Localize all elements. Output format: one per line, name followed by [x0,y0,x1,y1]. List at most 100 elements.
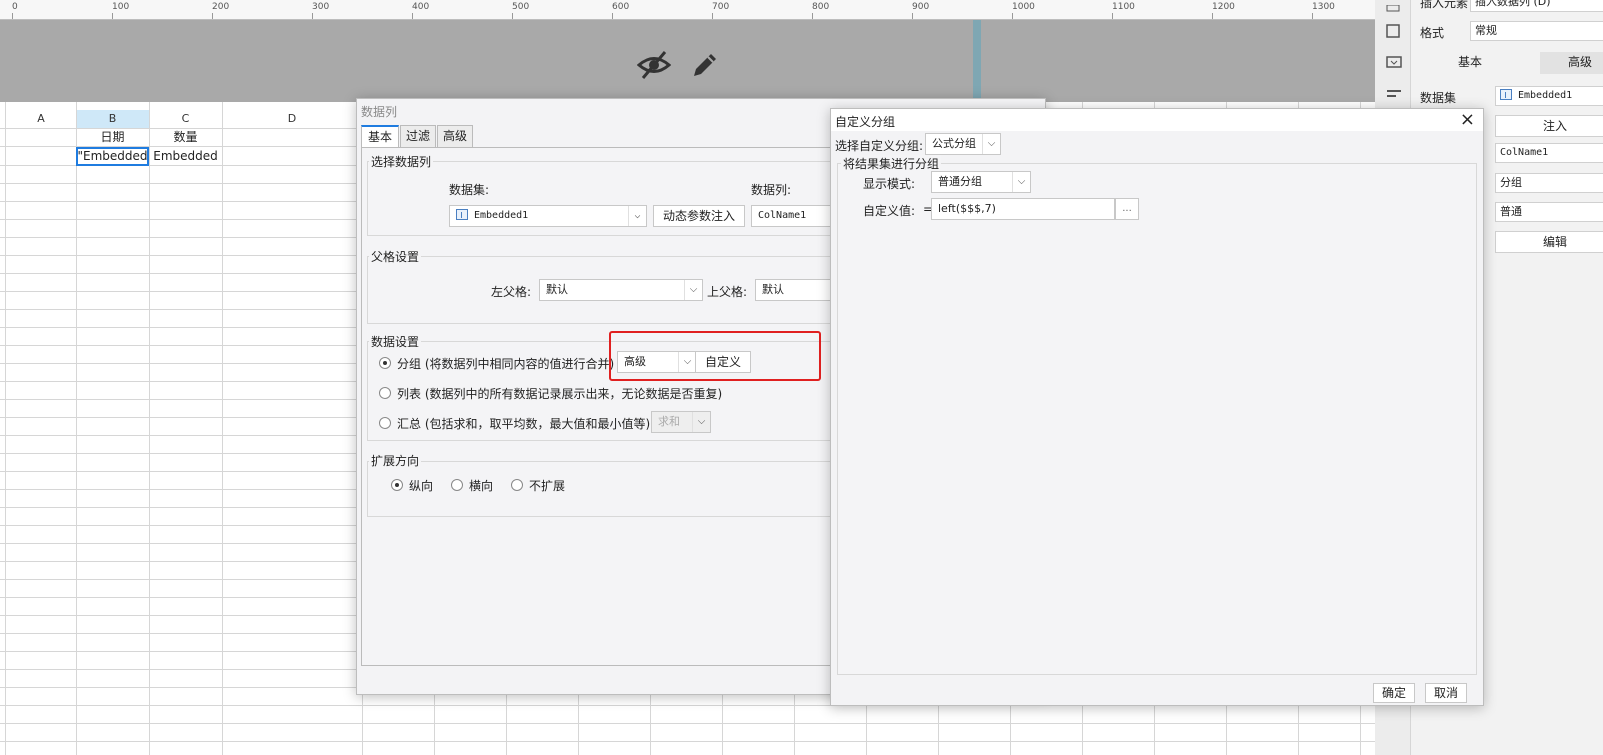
group-result-section [837,163,1477,675]
ruler-tick-label: 1200 [1212,2,1235,12]
ruler-tick-label: 700 [712,2,730,12]
list-icon[interactable] [1386,88,1402,103]
dataset-value: Embedded1 [474,210,529,221]
tab-advanced[interactable]: 高级 [437,125,473,147]
square-icon[interactable] [1386,24,1400,41]
select-group-label: 选择自定义分组: [835,139,924,153]
chevron-down-icon: ⌵ [982,134,1000,154]
display-mode-select[interactable]: 普通分组 ⌵ [931,171,1031,193]
left-parent-select[interactable]: 默认 ⌵ [539,279,703,301]
dataset-icon [456,209,468,220]
dataset-label: 数据集 [1420,91,1457,105]
format-select[interactable]: 常规 [1470,21,1603,41]
dataset-icon [1500,89,1512,100]
info-icon[interactable] [1386,2,1400,16]
ruler-tick-label: 400 [412,2,430,12]
tab-advanced[interactable]: 高级 [1540,52,1603,74]
tab-filter[interactable]: 过滤 [400,125,436,147]
formula-editor-button[interactable]: ... [1115,198,1139,220]
section-title: 数据设置 [369,333,422,350]
insert-element-label: 插入元素 [1420,0,1469,10]
direction-vertical-label: 纵向 [409,479,434,493]
left-parent-value: 默认 [546,283,568,296]
eye-off-icon[interactable] [636,50,672,83]
chevron-down-icon: ⌵ [684,280,702,300]
top-parent-select[interactable]: 默认 [755,279,835,301]
dynamic-inject-button[interactable]: 动态参数注入 [653,205,745,227]
direction-none-label: 不扩展 [529,479,566,493]
display-mode-label: 显示模式: [863,177,916,191]
section-title: 选择数据列 [369,153,434,170]
column-header-c[interactable]: C [149,110,222,128]
column-select[interactable]: ColName1 [751,205,835,227]
ruler-tick-label: 600 [612,2,630,12]
dataset-value: Embedded1 [1518,90,1573,101]
pencil-icon[interactable] [690,50,720,83]
ruler-tick-label: 0 [12,2,18,12]
direction-none-radio[interactable] [511,479,523,491]
direction-horizontal-radio[interactable] [451,479,463,491]
ruler-tick-label: 300 [312,2,330,12]
summary-select: 求和 ⌵ [651,411,711,433]
dataset-select[interactable]: Embedded1 [1495,86,1603,106]
summary-option-label: 汇总 (包括求和，取平均数，最大值和最小值等) [397,417,651,431]
tab-basic[interactable]: 基本 [361,125,399,147]
group-radio[interactable] [379,357,391,369]
custom-group-dialog: 自定义分组 × 选择自定义分组: 公式分组 ⌵ 将结果集进行分组 显示模式: 普通… [830,108,1484,706]
inject-button[interactable]: 注入 [1495,115,1603,137]
tab-basic[interactable]: 基本 [1420,52,1520,74]
close-icon[interactable]: × [1460,109,1475,131]
display-mode-value: 普通分组 [938,175,982,188]
column-label: 数据列: [751,183,792,197]
section-title: 将结果集进行分组 [841,155,942,172]
cell-c2[interactable]: Embedded [149,147,222,165]
ruler-tick-label: 1000 [1012,2,1035,12]
custom-value-input[interactable]: left($$$,7) [931,198,1115,220]
direction-vertical-radio[interactable] [391,479,403,491]
format-label: 格式 [1420,26,1445,40]
ruler-tick-label: 1300 [1312,2,1335,12]
mode-select[interactable]: 分组 [1495,173,1603,193]
top-ruler: 0 100 200 300 400 500 600 700 800 900 10… [0,0,1375,20]
dropdown-box-icon[interactable] [1386,56,1402,71]
ruler-tick-label: 1100 [1112,2,1135,12]
column-header-a[interactable]: A [6,110,76,128]
group-option-label: 分组 (将数据列中相同内容的值进行合并) [397,357,615,371]
chevron-down-icon: ⌵ [692,412,710,432]
cell-c1[interactable]: 数量 [149,128,222,146]
column-select[interactable]: ColName1 [1495,143,1603,163]
section-title: 扩展方向 [369,452,422,469]
list-option-label: 列表 (数据列中的所有数据记录展示出来，无论数据是否重复) [397,387,723,401]
top-parent-label: 上父格: [707,285,748,299]
ruler-tick-label: 200 [212,2,230,12]
cell-b2[interactable]: "Embedded [76,147,149,165]
ok-button[interactable]: 确定 [1373,683,1415,703]
chevron-down-icon: ⌵ [628,206,646,226]
ruler-tick-label: 800 [812,2,830,12]
ruler-tick-label: 500 [512,2,530,12]
summary-value: 求和 [658,415,680,428]
group-type-value: 公式分组 [932,137,976,150]
column-header-d[interactable]: D [222,110,362,128]
dataset-label: 数据集: [449,183,490,197]
section-title: 父格设置 [369,248,422,265]
chevron-down-icon: ⌵ [1012,172,1030,192]
cell-b1[interactable]: 日期 [76,128,149,146]
report-canvas [0,20,1375,102]
left-parent-label: 左父格: [491,285,532,299]
dialog-title: 数据列 [361,105,398,119]
direction-horizontal-label: 横向 [469,479,494,493]
custom-value-label: 自定义值: [863,204,916,218]
ruler-tick-label: 900 [912,2,930,12]
group-type-select[interactable]: 公式分组 ⌵ [925,133,1001,155]
ruler-tick-label: 100 [112,2,130,12]
cancel-button[interactable]: 取消 [1425,683,1467,703]
summary-radio[interactable] [379,417,391,429]
edit-button[interactable]: 编辑 [1495,231,1603,253]
insert-element-select[interactable]: 插入数据列 (D) [1470,0,1603,12]
expand-direction-section [367,461,837,517]
display-select[interactable]: 普通 [1495,202,1603,222]
column-header-b[interactable]: B [76,110,149,128]
list-radio[interactable] [379,387,391,399]
dataset-select[interactable]: Embedded1 ⌵ [449,205,647,227]
